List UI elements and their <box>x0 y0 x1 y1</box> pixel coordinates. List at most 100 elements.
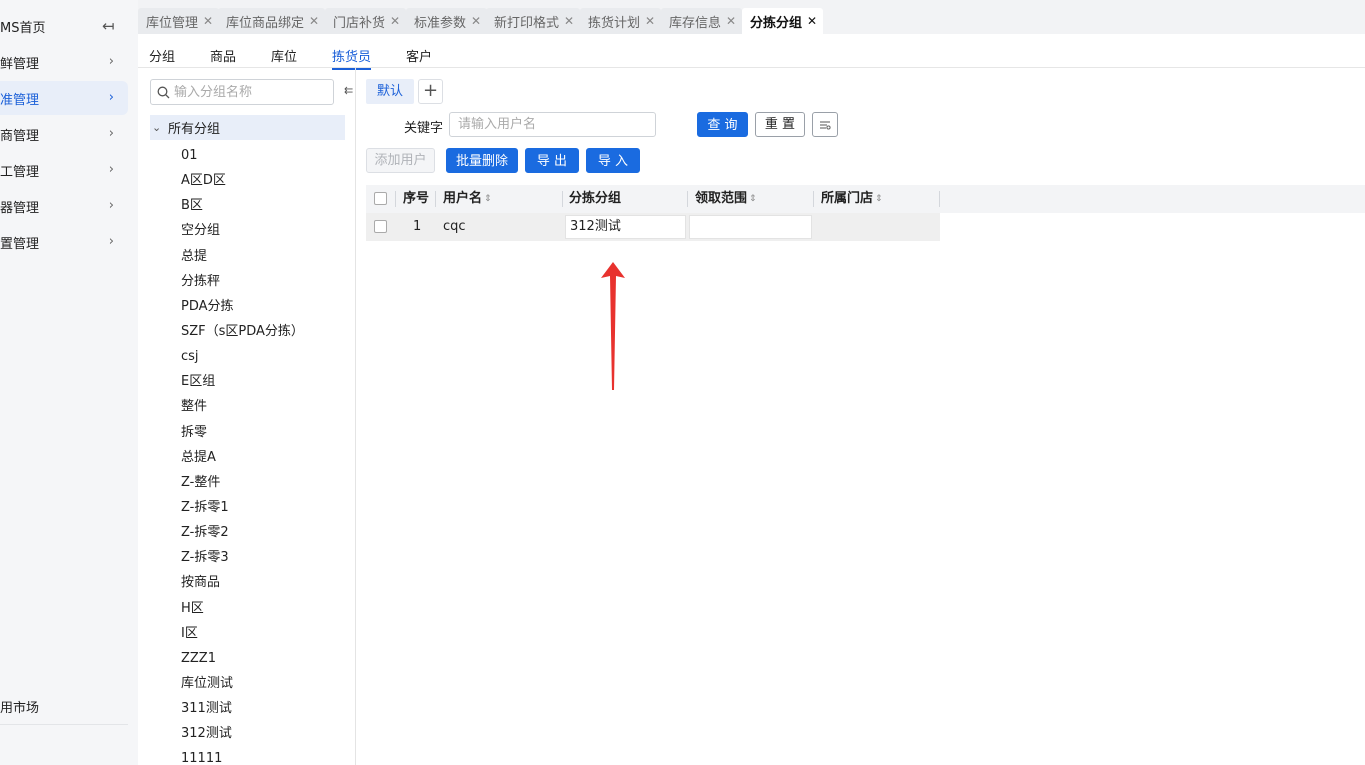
column-header-store[interactable]: 所属门店 ⇕ <box>821 185 883 213</box>
picker-table: 序号 用户名 ⇕ 分拣分组 领取范围 ⇕ 所属门店 ⇕ 1 cqc 312测试 <box>366 185 1365 241</box>
tree-root-label: 所有分组 <box>168 122 221 137</box>
tree-node[interactable]: 整件 <box>181 394 304 419</box>
tree-node[interactable]: 按商品 <box>181 570 304 595</box>
tree-node[interactable]: I区 <box>181 621 304 646</box>
caret-down-icon[interactable]: ⌄ <box>152 121 168 134</box>
close-icon[interactable]: ✕ <box>203 14 213 28</box>
sidebar-item-app-market[interactable]: 用市场 <box>0 689 128 723</box>
batch-delete-button[interactable]: 批量删除 <box>446 148 518 173</box>
tab-new-print-format[interactable]: 新打印格式 ✕ <box>486 8 581 34</box>
sidebar-item-fresh[interactable]: 鲜管理 › <box>0 45 128 79</box>
close-icon[interactable]: ✕ <box>309 14 319 28</box>
subtab-group[interactable]: 分组 <box>149 46 175 65</box>
sidebar-item-standard[interactable]: 准管理 › <box>0 81 128 115</box>
subtab-customer[interactable]: 客户 <box>406 46 432 65</box>
app-window: MS首页 ↤ 鲜管理 › 准管理 › 商管理 › 工管理 › 器管理 › 置管理… <box>0 0 1365 765</box>
row-checkbox[interactable] <box>374 220 387 233</box>
scheme-tab-default[interactable]: 默认 <box>366 79 415 104</box>
tree-node[interactable]: 拆零 <box>181 420 304 445</box>
tree-node[interactable]: Z-整件 <box>181 470 304 495</box>
close-icon[interactable]: ✕ <box>471 14 481 28</box>
list-settings-icon <box>820 121 831 130</box>
tree-node[interactable]: 分拣秤 <box>181 269 304 294</box>
sidebar-item-merchant[interactable]: 商管理 › <box>0 117 128 151</box>
group-search-box[interactable] <box>150 79 334 105</box>
tab-standard-params[interactable]: 标准参数 ✕ <box>406 8 488 34</box>
tab-sorting-group[interactable]: 分拣分组 ✕ <box>742 8 824 34</box>
import-button[interactable]: 导 入 <box>586 148 640 173</box>
subtab-product[interactable]: 商品 <box>210 46 236 65</box>
add-scheme-button[interactable]: + <box>418 79 443 104</box>
subtab-location[interactable]: 库位 <box>271 46 297 65</box>
keyword-input[interactable] <box>449 112 656 137</box>
tree-children: 01 A区D区 B区 空分组 总提 分拣秤 PDA分拣 SZF（s区PDA分拣） csj E区组整… <box>181 143 304 765</box>
sidebar-item-label: 工管理 <box>0 164 40 180</box>
tab-location-product-binding[interactable]: 库位商品绑定 ✕ <box>218 8 326 34</box>
tab-location-management[interactable]: 库位管理 ✕ <box>138 8 220 34</box>
annotation-arrow-icon <box>601 262 625 390</box>
cell-group-editor[interactable]: 312测试 <box>565 215 686 239</box>
sort-icon[interactable]: ⇕ <box>749 185 757 213</box>
tree-node[interactable]: 库位测试 <box>181 671 304 696</box>
tree-node[interactable]: Z-拆零2 <box>181 520 304 545</box>
tree-node[interactable]: 312测试 <box>181 721 304 746</box>
tree-node[interactable]: A区D区 <box>181 168 304 193</box>
column-header-username[interactable]: 用户名 ⇕ <box>443 185 492 213</box>
select-all-checkbox[interactable] <box>374 192 387 205</box>
collapse-sidebar-icon[interactable]: ↤ <box>102 17 115 35</box>
tree-node[interactable]: 311测试 <box>181 696 304 721</box>
chevron-right-icon: › <box>108 162 114 177</box>
table-row[interactable]: 1 cqc 312测试 <box>366 213 940 241</box>
tab-picking-plan[interactable]: 拣货计划 ✕ <box>580 8 662 34</box>
sort-icon[interactable]: ⇕ <box>875 185 883 213</box>
sort-icon[interactable]: ⇕ <box>484 185 492 213</box>
subtab-picker[interactable]: 拣货员 <box>332 46 372 70</box>
column-separator <box>939 191 940 207</box>
table-header: 序号 用户名 ⇕ 分拣分组 领取范围 ⇕ 所属门店 ⇕ <box>366 185 1365 213</box>
column-header-index: 序号 <box>403 191 430 206</box>
column-separator <box>562 191 563 207</box>
tree-node[interactable]: Z-拆零1 <box>181 495 304 520</box>
tree-node[interactable]: 总提 <box>181 244 304 269</box>
group-search-input[interactable] <box>174 84 324 100</box>
tab-inventory-info[interactable]: 库存信息 ✕ <box>661 8 743 34</box>
sidebar-item-device[interactable]: 器管理 › <box>0 189 128 223</box>
keyword-label: 关键字 <box>404 121 444 136</box>
tree-node[interactable]: E区组 <box>181 369 304 394</box>
tree-node[interactable]: H区 <box>181 596 304 621</box>
close-icon[interactable]: ✕ <box>390 14 400 28</box>
tree-node[interactable]: 总提A <box>181 445 304 470</box>
tree-node[interactable]: 空分组 <box>181 218 304 243</box>
main-content: 默认 + 关键字 查 询 重 置 添加用户 批量删除 导 出 导 入 序号 用 <box>356 68 1365 765</box>
sidebar-item-config[interactable]: 置管理 › <box>0 225 128 259</box>
column-settings-button[interactable] <box>812 112 838 137</box>
tree-node[interactable]: B区 <box>181 193 304 218</box>
column-header-label: 所属门店 <box>821 191 874 206</box>
export-button[interactable]: 导 出 <box>525 148 579 173</box>
tree-root-node[interactable]: ⌄ 所有分组 <box>150 115 345 140</box>
sidebar-item-staff[interactable]: 工管理 › <box>0 153 128 187</box>
query-button[interactable]: 查 询 <box>697 112 748 137</box>
cell-range-editor[interactable] <box>689 215 812 239</box>
chevron-right-icon: › <box>108 234 114 249</box>
tab-bar: 库位管理 ✕ 库位商品绑定 ✕ 门店补货 ✕ 标准参数 ✕ 新打印格式 ✕ 拣货计划 ✕ 库… <box>138 0 1365 34</box>
tree-node[interactable]: PDA分拣 <box>181 294 304 319</box>
tree-node[interactable]: SZF（s区PDA分拣） <box>181 319 304 344</box>
chevron-right-icon: › <box>108 198 114 213</box>
sidebar-item-label: 置管理 <box>0 236 40 252</box>
tree-node[interactable]: ZZZ1 <box>181 646 304 671</box>
tree-node[interactable]: 01 <box>181 143 304 168</box>
add-user-button[interactable]: 添加用户 <box>366 148 435 173</box>
close-icon[interactable]: ✕ <box>645 14 655 28</box>
column-header-label: 领取范围 <box>695 191 748 206</box>
close-icon[interactable]: ✕ <box>564 14 574 28</box>
column-separator <box>395 191 396 207</box>
tree-node[interactable]: csj <box>181 344 304 369</box>
reset-button[interactable]: 重 置 <box>755 112 805 137</box>
column-header-range[interactable]: 领取范围 ⇕ <box>695 185 757 213</box>
tab-store-replenishment[interactable]: 门店补货 ✕ <box>325 8 407 34</box>
tree-node[interactable]: 11111 <box>181 746 304 765</box>
close-icon[interactable]: ✕ <box>807 14 817 28</box>
close-icon[interactable]: ✕ <box>726 14 736 28</box>
tree-node[interactable]: Z-拆零3 <box>181 545 304 570</box>
